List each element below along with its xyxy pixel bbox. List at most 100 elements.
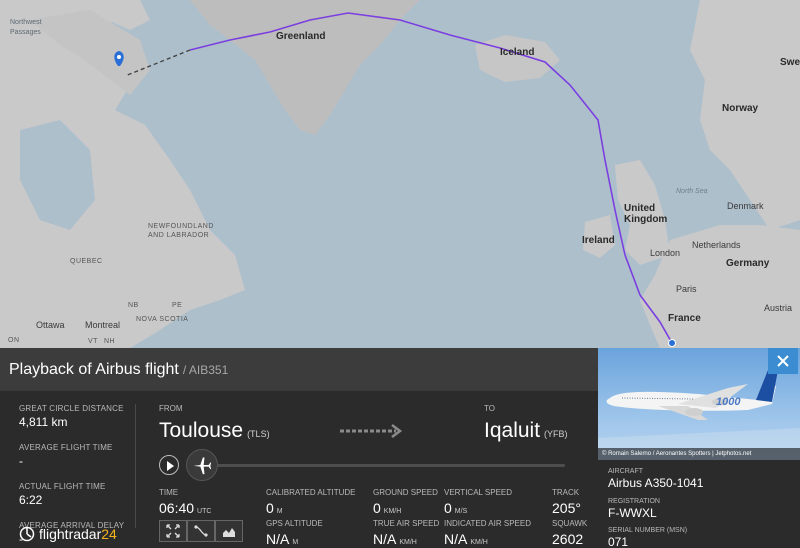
iceland-land	[475, 35, 560, 82]
map-label-nh: NH	[104, 338, 116, 345]
time-unit: UTC	[197, 508, 212, 515]
panel-header: Playback of Airbus flight / AIB351	[0, 348, 598, 391]
origin-marker[interactable]	[668, 339, 676, 347]
close-icon	[777, 355, 789, 367]
close-button[interactable]	[768, 348, 798, 374]
map-label-sweden: Swe	[780, 57, 800, 68]
logo-text-accent: 24	[101, 526, 117, 542]
stat-label-distance: GREAT CIRCLE DISTANCE	[19, 404, 124, 413]
map-label-austria: Austria	[764, 303, 793, 313]
map-label-iceland: Iceland	[500, 47, 535, 58]
ground-speed-wrap: 0 KM/H	[373, 500, 439, 516]
play-button[interactable]	[159, 455, 179, 475]
vspeed-label: VERTICAL SPEED	[444, 488, 513, 497]
serial-label: SERIAL NUMBER (MSN)	[608, 527, 688, 534]
aircraft-label: AIRCRAFT	[608, 468, 643, 475]
ground-speed-value: 0	[373, 500, 381, 516]
logo-text-main: flightradar	[39, 526, 102, 542]
map-label-newfoundland: NEWFOUNDLAND AND LABRADOR	[148, 223, 214, 239]
logo-text: flightradar24	[39, 526, 117, 542]
timeline-plane-handle[interactable]	[186, 449, 218, 481]
timeline-track[interactable]	[217, 464, 565, 467]
from-city: Toulouse (TLS)	[159, 419, 270, 443]
map-label-vt: VT	[88, 338, 98, 345]
ias-unit: KM/H	[470, 539, 488, 546]
map-label-ottawa: Ottawa	[36, 320, 65, 330]
stat-value-actual-flight-time: 6:22	[19, 493, 43, 507]
map-label-norway: Norway	[722, 103, 759, 114]
flight-code: / AIB351	[182, 362, 229, 377]
playback-panel: Playback of Airbus flight / AIB351 GREAT…	[0, 348, 598, 548]
map-label-netherlands: Netherlands	[692, 240, 741, 250]
route-to: TO Iqaluit (YFB)	[484, 404, 568, 443]
metric-track: TRACK 205° SQUAWK 2602	[552, 488, 587, 547]
map-label-ireland: Ireland	[582, 235, 615, 246]
map-label-on: ON	[8, 337, 20, 344]
greenland-land	[190, 0, 420, 135]
route-arrow-icon	[340, 424, 403, 438]
radar-logo-icon	[19, 526, 35, 542]
metric-altitude: CALIBRATED ALTITUDE 0M GPS ALTITUDE N/A M	[266, 488, 356, 547]
route-tool-button[interactable]	[187, 520, 215, 542]
squawk-value: 2602	[552, 531, 584, 547]
map-label-northwest-passages: Northwest Passages	[10, 19, 42, 36]
to-city-name: Iqaluit	[484, 419, 541, 442]
airplane-icon	[193, 457, 212, 475]
graph-icon	[223, 528, 235, 537]
map-label-greenland: Greenland	[276, 31, 326, 42]
map-label-denmark: Denmark	[727, 201, 764, 211]
tas-label: TRUE AIR SPEED	[373, 519, 440, 528]
map-label-london: London	[650, 248, 681, 258]
livery-text: 1000	[716, 396, 741, 408]
cal-alt-wrap: 0M	[266, 500, 356, 516]
stat-label-avg-flight-time: AVERAGE FLIGHT TIME	[19, 443, 113, 452]
route-path-icon	[194, 525, 208, 537]
stat-label-actual-flight-time: ACTUAL FLIGHT TIME	[19, 482, 106, 491]
map-label-paris: Paris	[676, 284, 697, 294]
aircraft-registration: REGISTRATION F-WWXL	[608, 498, 660, 520]
flight-map[interactable]: Northwest Passages Greenland Iceland Nor…	[0, 0, 800, 348]
vspeed-wrap: 0 M/S	[444, 500, 531, 516]
tas-unit: KM/H	[399, 539, 417, 546]
panel-title: Playback of Airbus flight	[9, 360, 179, 378]
metric-speed: GROUND SPEED 0 KM/H TRUE AIR SPEED N/A KM/…	[373, 488, 439, 547]
map-label-pe: PE	[172, 302, 183, 309]
time-label: TIME	[159, 488, 179, 497]
vspeed-value: 0	[444, 500, 452, 516]
registration-label: REGISTRATION	[608, 498, 660, 505]
cal-alt-label: CALIBRATED ALTITUDE	[266, 488, 356, 497]
gps-alt-label: GPS ALTITUDE	[266, 519, 323, 528]
aircraft-photo[interactable]: 1000 © Romain Salerno / Aeronantes Spott…	[598, 348, 800, 460]
stat-value-avg-flight-time: -	[19, 454, 23, 468]
ias-value: N/A	[444, 531, 468, 547]
stat-value-distance: 4,811 km	[19, 415, 68, 429]
route-from: FROM Toulouse (TLS)	[159, 404, 270, 443]
scandinavia-land	[690, 0, 800, 230]
ground-speed-label: GROUND SPEED	[373, 488, 438, 497]
from-city-code: (TLS)	[247, 429, 270, 439]
tas-value: N/A	[373, 531, 397, 547]
map-label-france: France	[668, 313, 701, 324]
from-city-name: Toulouse	[159, 419, 244, 442]
track-label: TRACK	[552, 488, 580, 497]
to-city-code: (YFB)	[544, 429, 568, 439]
gps-alt-value: N/A	[266, 531, 290, 547]
to-label: TO	[484, 404, 495, 413]
map-canvas[interactable]	[0, 0, 800, 348]
ias-label: INDICATED AIR SPEED	[444, 519, 531, 528]
track-value: 205°	[552, 500, 581, 516]
flightradar24-logo[interactable]: flightradar24	[19, 526, 117, 542]
time-value: 06:40	[159, 500, 195, 516]
photo-credit[interactable]: © Romain Salerno / Aeronantes Spotters |…	[598, 448, 800, 460]
aircraft-value: Airbus A350-1041	[608, 476, 704, 490]
ias-wrap: N/A KM/H	[444, 531, 531, 547]
map-label-nb: NB	[128, 302, 139, 309]
map-tools	[159, 520, 243, 542]
map-label-quebec: QUEBEC	[70, 258, 103, 265]
fullscreen-tool-button[interactable]	[159, 520, 187, 542]
altitude-graph-button[interactable]	[215, 520, 243, 542]
ground-speed-unit: KM/H	[383, 508, 402, 515]
playback-timeline[interactable]	[159, 449, 569, 481]
cal-alt-unit: M	[276, 508, 283, 515]
map-label-montreal: Montreal	[85, 320, 121, 330]
